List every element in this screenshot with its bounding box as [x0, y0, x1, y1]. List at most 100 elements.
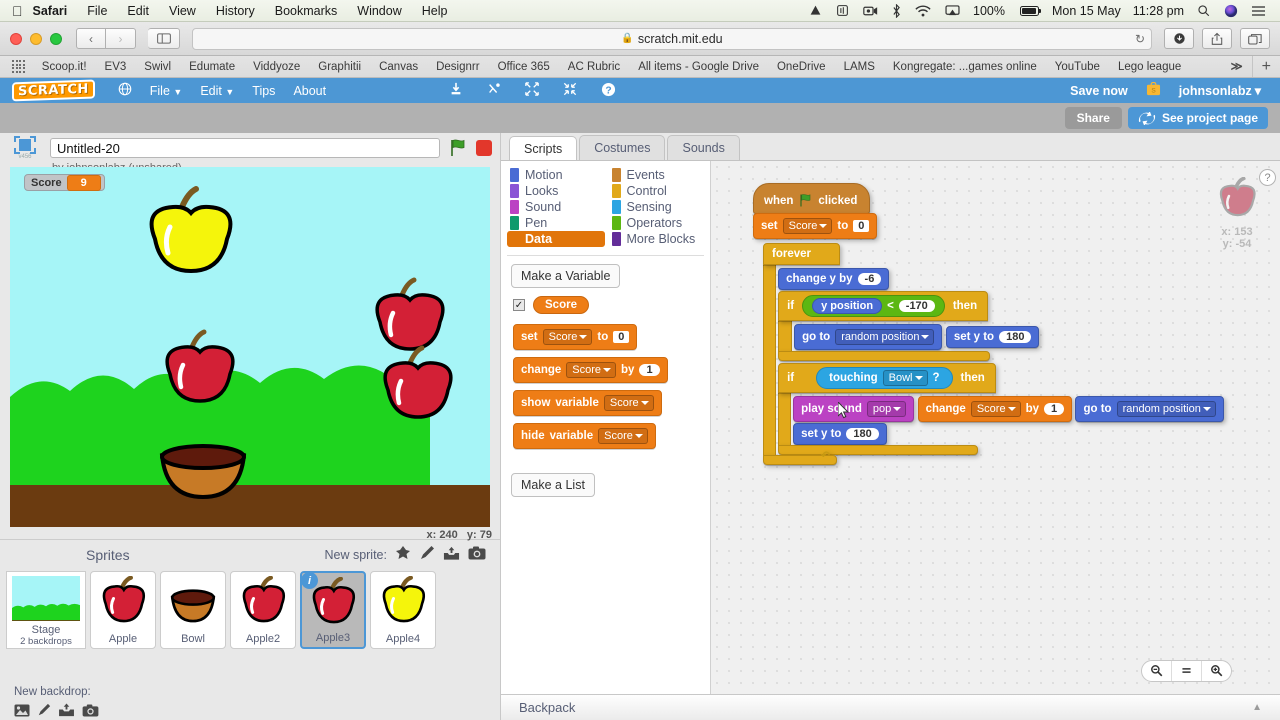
tab-scripts[interactable]: Scripts — [509, 136, 578, 161]
script-canvas[interactable]: x: 153 y: -54 ? when clicked set Score t… — [711, 161, 1280, 694]
tabs-icon[interactable] — [1240, 28, 1270, 49]
back-button[interactable]: ‹ — [76, 28, 106, 49]
backpack-expand-arrow[interactable]: ▲ — [1252, 702, 1262, 713]
zoom-in-icon[interactable] — [1202, 661, 1231, 681]
menu-edit[interactable]: Edit — [117, 0, 159, 22]
screen-record-icon[interactable] — [856, 5, 885, 17]
battery-icon[interactable] — [1011, 5, 1046, 16]
if-header[interactable]: if y position < -170 then — [778, 291, 989, 321]
category-pen[interactable]: Pen — [507, 215, 605, 231]
bookmark-ac-rubric[interactable]: AC Rubric — [559, 56, 629, 77]
zoom-reset-icon[interactable] — [1172, 661, 1202, 681]
menu-help[interactable]: Help — [412, 0, 458, 22]
sound-dropdown[interactable]: pop — [866, 401, 907, 417]
palette-block-set-variable[interactable]: set Score to 0 — [513, 324, 638, 350]
variable-dropdown[interactable]: Score — [542, 329, 593, 345]
save-now-button[interactable]: Save now — [1061, 84, 1137, 98]
menu-file[interactable]: File — [77, 0, 117, 22]
bookmark-edumate[interactable]: Edumate — [180, 56, 244, 77]
camera-sprite-icon[interactable] — [468, 546, 486, 563]
value-input[interactable]: 0 — [853, 220, 870, 232]
bookmark-canvas[interactable]: Canvas — [370, 56, 427, 77]
category-looks[interactable]: Looks — [507, 183, 605, 199]
position-dropdown[interactable]: random position — [835, 329, 935, 345]
value-input[interactable]: -6 — [857, 273, 882, 285]
if-header[interactable]: if touching Bowl ? then — [778, 363, 996, 393]
block-change-y-by[interactable]: change y by -6 — [778, 268, 890, 290]
block-if-y-position[interactable]: if y position < -170 then go to random p… — [778, 291, 1280, 361]
operator-less-than[interactable]: y position < -170 — [802, 295, 945, 317]
block-set-y-to-180-1[interactable]: set y to 180 — [945, 326, 1040, 348]
value-input[interactable]: 180 — [846, 428, 879, 440]
block-go-to-random-position-1[interactable]: go to random position — [794, 324, 943, 350]
nav-buttons[interactable]: ‹ › — [76, 28, 136, 49]
scratch-logo[interactable]: SCRATCH — [12, 79, 95, 102]
category-more-blocks[interactable]: More Blocks — [609, 231, 707, 247]
block-go-to-random-position-2[interactable]: go to random position — [1075, 396, 1224, 422]
grow-icon[interactable] — [516, 82, 548, 99]
bookmark-kongregate[interactable]: Kongregate: ...games online — [884, 56, 1046, 77]
backpack-bar[interactable]: Backpack ▲ — [501, 694, 1280, 720]
reporter-y-position[interactable]: y position — [812, 298, 883, 314]
sprite-info-badge[interactable]: i — [301, 572, 318, 589]
menu-safari[interactable]: Safari — [23, 0, 78, 22]
new-tab-button[interactable]: + — [1251, 56, 1280, 77]
make-a-list-button[interactable]: Make a List — [511, 473, 595, 497]
variable-dropdown[interactable]: Score — [782, 218, 833, 234]
sprite-item-apple4[interactable]: Apple4 — [370, 571, 436, 649]
stage[interactable]: Score 9 — [10, 167, 490, 527]
scratch-menu-file[interactable]: File ▼ — [141, 84, 192, 98]
bookmark-swivl[interactable]: Swivl — [135, 56, 180, 77]
bookmark-lams[interactable]: LAMS — [835, 56, 884, 77]
upload-sprite-icon[interactable] — [443, 546, 460, 564]
variable-row-score[interactable]: ✓ Score — [513, 296, 710, 314]
sensing-touching[interactable]: touching Bowl ? — [816, 367, 953, 389]
bookmark-youtube[interactable]: YouTube — [1046, 56, 1109, 77]
close-window-button[interactable] — [10, 32, 22, 45]
menu-bookmarks[interactable]: Bookmarks — [265, 0, 348, 22]
category-sensing[interactable]: Sensing — [609, 199, 707, 215]
bookmark-designrr[interactable]: Designrr — [427, 56, 488, 77]
downloads-icon[interactable] — [1164, 28, 1194, 49]
scratch-menu-edit[interactable]: Edit ▼ — [191, 84, 243, 98]
value-input[interactable]: 1 — [1044, 403, 1065, 415]
reload-icon[interactable]: ↻ — [1135, 32, 1145, 46]
category-operators[interactable]: Operators — [609, 215, 707, 231]
block-if-touching-bowl[interactable]: if touching Bowl ? then play sound pop c… — [778, 363, 1280, 455]
script-stack-when-clicked[interactable]: when clicked set Score to 0 — [753, 183, 878, 239]
choose-backdrop-icon[interactable] — [14, 704, 30, 720]
value-input[interactable]: -170 — [898, 300, 935, 312]
category-control[interactable]: Control — [609, 183, 707, 199]
sprite-item-apple3[interactable]: i Apple3 — [300, 571, 366, 649]
upload-backdrop-icon[interactable] — [58, 703, 75, 720]
spotlight-search-icon[interactable] — [1190, 4, 1217, 17]
bookmark-office365[interactable]: Office 365 — [489, 56, 559, 77]
variable-dropdown[interactable]: Score — [970, 401, 1021, 417]
scratch-menu-tips[interactable]: Tips — [243, 84, 284, 98]
palette-block-hide-variable[interactable]: hide variable Score — [513, 423, 656, 449]
project-title-input[interactable] — [50, 138, 440, 158]
block-forever[interactable]: forever — [763, 243, 840, 265]
palette-block-change-variable[interactable]: change Score by 1 — [513, 357, 668, 383]
camera-backdrop-icon[interactable] — [82, 703, 99, 720]
zoom-out-icon[interactable] — [1142, 661, 1172, 681]
user-avatar[interactable]: S — [1137, 81, 1170, 99]
variable-checkbox[interactable]: ✓ — [513, 299, 525, 311]
category-motion[interactable]: Motion — [507, 167, 605, 183]
bookmark-google-drive[interactable]: All items - Google Drive — [629, 56, 768, 77]
airplay-audio-icon[interactable] — [829, 4, 856, 17]
share-icon[interactable] — [1202, 28, 1232, 49]
zoom-window-button[interactable] — [50, 32, 62, 45]
value-input[interactable]: 180 — [999, 331, 1032, 343]
touching-target-dropdown[interactable]: Bowl — [882, 370, 928, 386]
variable-dropdown[interactable]: Score — [566, 362, 617, 378]
script-help-button[interactable]: ? — [1259, 169, 1276, 186]
bookmark-graphitii[interactable]: Graphitii — [309, 56, 370, 77]
wifi-icon[interactable] — [908, 5, 938, 17]
sprite-item-bowl[interactable]: Bowl — [160, 571, 226, 649]
delete-icon[interactable] — [478, 82, 510, 99]
menu-view[interactable]: View — [159, 0, 206, 22]
address-bar[interactable]: 🔒 scratch.mit.edu ↻ — [192, 27, 1152, 50]
airplay-icon[interactable] — [938, 4, 967, 17]
globe-icon[interactable] — [109, 82, 141, 99]
